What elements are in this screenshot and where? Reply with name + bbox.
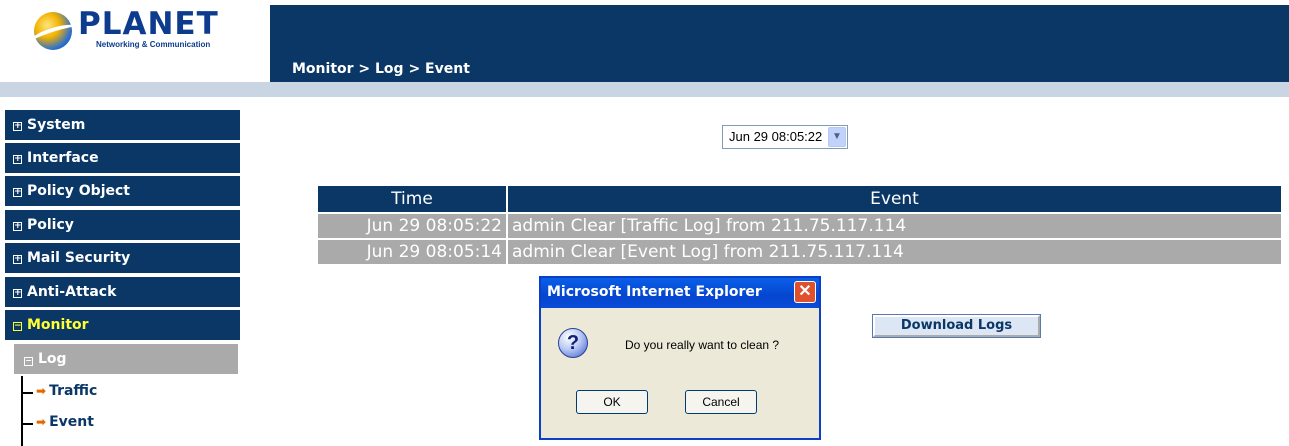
tree-branch [21, 423, 33, 425]
expand-icon: + [13, 154, 22, 164]
cancel-button[interactable]: Cancel [685, 390, 757, 414]
cell-time: Jun 29 08:05:14 [318, 240, 506, 264]
header-divider [0, 82, 1289, 97]
sidebar-item-label: Interface [27, 150, 99, 166]
table-row: Jun 29 08:05:22 admin Clear [Traffic Log… [318, 214, 1281, 238]
dialog-title: Microsoft Internet Explorer [547, 284, 762, 300]
dialog-titlebar[interactable]: Microsoft Internet Explorer ✕ [541, 278, 819, 308]
cell-event: admin Clear [Event Log] from 211.75.117.… [508, 240, 1281, 264]
sidebar-link-label: Traffic [49, 383, 98, 399]
tree-connector [21, 376, 23, 446]
tree-branch [21, 392, 33, 394]
sidebar-item-policy[interactable]: + Policy [5, 210, 240, 240]
chevron-down-icon[interactable]: ▼ [828, 127, 846, 147]
table-header-row: Time Event [318, 186, 1281, 212]
table-row: Jun 29 08:05:14 admin Clear [Event Log] … [318, 240, 1281, 264]
arrow-right-icon: ➡ [36, 384, 47, 398]
logo-subtitle: Networking & Communication [96, 40, 211, 49]
dialog-message: Do you really want to clean ? [625, 338, 780, 352]
event-log-table: Time Event Jun 29 08:05:22 admin Clear [… [316, 184, 1283, 266]
sidebar-link-traffic[interactable]: ➡ Traffic [36, 383, 97, 399]
sidebar-subitem-label: Log [38, 351, 67, 367]
expand-icon: + [13, 221, 22, 231]
sidebar-item-label: Policy Object [27, 183, 130, 199]
confirm-dialog: Microsoft Internet Explorer ✕ ? Do you r… [539, 276, 821, 440]
logo-text: PLANET [78, 6, 219, 42]
close-icon[interactable]: ✕ [794, 281, 816, 303]
column-header-event: Event [508, 186, 1281, 212]
download-logs-button[interactable]: Download Logs [872, 314, 1041, 338]
sidebar-link-label: Event [49, 414, 94, 430]
sidebar-subitem-log[interactable]: − Log [14, 344, 238, 374]
sidebar-item-policy-object[interactable]: + Policy Object [5, 176, 240, 206]
arrow-right-icon: ➡ [36, 415, 47, 429]
question-icon: ? [558, 328, 588, 358]
sidebar-item-anti-attack[interactable]: + Anti-Attack [5, 277, 240, 307]
ok-button[interactable]: OK [576, 390, 648, 414]
breadcrumb: Monitor > Log > Event [292, 61, 470, 77]
sidebar-item-label: Anti-Attack [27, 284, 117, 300]
column-header-time: Time [318, 186, 506, 212]
collapse-icon: − [24, 356, 33, 366]
logo: PLANET Networking & Communication [0, 0, 270, 82]
sidebar-item-label: Policy [27, 217, 74, 233]
expand-icon: + [13, 288, 22, 298]
sidebar-item-mail-security[interactable]: + Mail Security [5, 243, 240, 273]
sidebar-item-system[interactable]: + System [5, 110, 240, 140]
expand-icon: + [13, 254, 22, 264]
collapse-icon: − [13, 321, 22, 331]
expand-icon: + [13, 121, 22, 131]
sidebar-item-monitor[interactable]: − Monitor [5, 310, 240, 340]
cell-event: admin Clear [Traffic Log] from 211.75.11… [508, 214, 1281, 238]
time-select-value: Jun 29 08:05:22 [729, 129, 823, 144]
sidebar-item-label: System [27, 117, 86, 133]
sidebar-item-label: Monitor [27, 317, 89, 333]
sidebar-item-interface[interactable]: + Interface [5, 143, 240, 173]
time-select[interactable]: Jun 29 08:05:22 ▼ [722, 125, 848, 149]
expand-icon: + [13, 187, 22, 197]
header-bar: Monitor > Log > Event [270, 5, 1289, 82]
sidebar-link-event[interactable]: ➡ Event [36, 414, 94, 430]
sidebar-item-label: Mail Security [27, 250, 131, 266]
cell-time: Jun 29 08:05:22 [318, 214, 506, 238]
